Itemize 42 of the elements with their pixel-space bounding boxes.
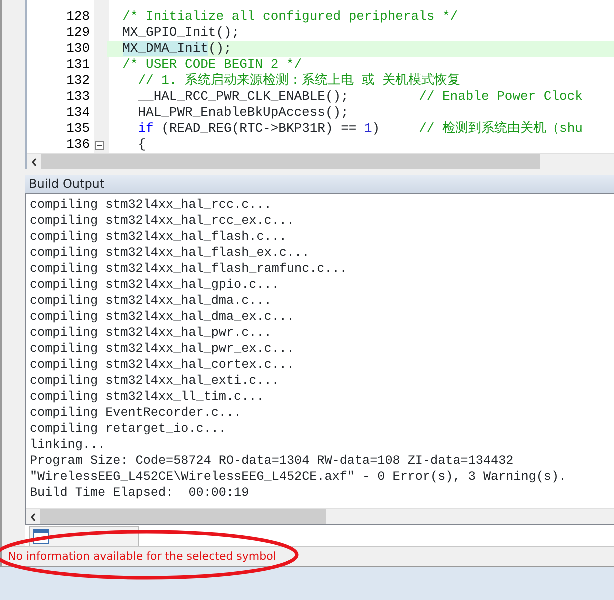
output-line: compiling retarget_io.c...: [30, 421, 228, 437]
code-line: // 1. 系统启动来源检测：系统上电 或 关机模式恢复: [137, 73, 461, 88]
output-line: compiling stm32l4xx_hal_cortex.c...: [30, 357, 296, 373]
code-line: /* Initialize all configured peripherals */: [122, 9, 458, 24]
output-line: compiling stm32l4xx_hal_dma_ex.c...: [30, 309, 296, 325]
code-line: /* USER CODE BEGIN 2 */: [122, 57, 302, 72]
output-line: compiling stm32l4xx_hal_rcc_ex.c...: [30, 213, 296, 229]
line-number: 136: [66, 137, 91, 153]
line-number: 134: [66, 105, 91, 121]
line-number: 130: [66, 41, 91, 57]
output-line: Build Time Elapsed: 00:00:19: [30, 485, 250, 501]
line-number: 131: [66, 57, 91, 73]
status-text: No information available for the selected symbol: [2, 546, 614, 565]
scrollbar-thumb[interactable]: [40, 509, 326, 524]
line-number: 129: [66, 25, 91, 41]
scrollbar-thumb[interactable]: [41, 154, 540, 169]
output-line: compiling stm32l4xx_hal_pwr_ex.c...: [30, 341, 296, 357]
panel-title: Build Output: [25, 175, 614, 193]
output-line: compiling EventRecorder.c...: [30, 405, 243, 421]
output-line: compiling stm32l4xx_hal_flash_ramfunc.c...: [30, 261, 348, 277]
output-line: compiling stm32l4xx_hal_pwr.c...: [30, 325, 273, 341]
output-line: compiling stm32l4xx_hal_rcc.c...: [30, 197, 273, 213]
output-line: Program Size: Code=58724 RO-data=1304 RW-data=108 ZI-data=134432: [30, 453, 515, 469]
code-line: if (READ_REG(RTC->BKP31R) == 1) // 检测到系统由关机（shu: [137, 121, 583, 136]
code-line: MX_DMA_Init();: [122, 41, 232, 56]
code-line: {: [137, 137, 146, 152]
code-line: __HAL_RCC_PWR_CLK_ENABLE(); // Enable Power Clock: [137, 89, 583, 104]
output-line: compiling stm32l4xx_hal_dma.c...: [30, 293, 273, 309]
output-line: linking...: [30, 437, 107, 453]
fold-icon[interactable]: [95, 140, 104, 150]
output-line: compiling stm32l4xx_hal_exti.c...: [30, 373, 280, 389]
line-number: 135: [66, 121, 91, 137]
code-line: MX_GPIO_Init();: [122, 25, 240, 40]
line-number: 133: [66, 89, 91, 105]
output-line: compiling stm32l4xx_ll_tim.c...: [30, 389, 266, 405]
code-line: HAL_PWR_EnableBkUpAccess();: [137, 105, 349, 120]
output-line: compiling stm32l4xx_hal_gpio.c...: [30, 277, 280, 293]
output-line: compiling stm32l4xx_hal_flash_ex.c...: [30, 245, 311, 261]
line-number: 128: [66, 9, 91, 25]
line-number: 132: [66, 73, 91, 89]
output-line: compiling stm32l4xx_hal_flash.c...: [30, 229, 288, 245]
output-line: "WirelessEEG_L452CE\WirelessEEG_L452CE.axf" - 0 Error(s), 3 Warning(s).: [30, 469, 568, 485]
